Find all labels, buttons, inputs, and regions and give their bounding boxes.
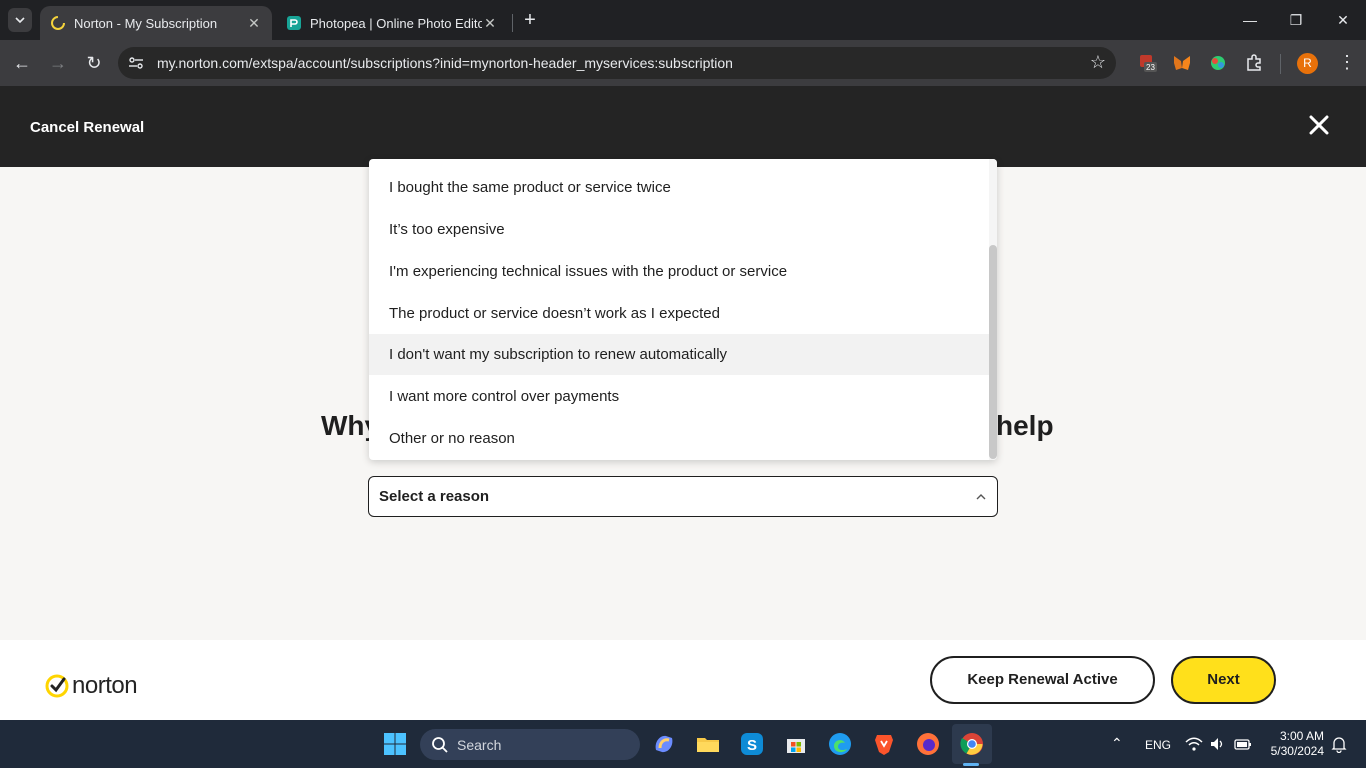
system-clock[interactable]: 3:00 AM 5/30/2024 [1266, 729, 1324, 759]
norton-check-icon [45, 674, 69, 698]
dropdown-option[interactable]: It’s too expensive [369, 209, 989, 250]
microsoft-store-icon[interactable] [784, 732, 808, 756]
profile-avatar[interactable]: R [1297, 53, 1318, 74]
skype-icon[interactable]: S [740, 732, 764, 756]
clock-time: 3:00 AM [1279, 729, 1324, 743]
photopea-icon [287, 16, 301, 30]
dropdown-option[interactable]: The product or service doesn’t work as I… [369, 293, 989, 334]
dropdown-option[interactable]: I want more control over payments [369, 376, 989, 417]
close-tab-icon[interactable]: ✕ [246, 15, 262, 32]
bookmark-star-icon[interactable]: ☆ [1090, 52, 1106, 73]
dropdown-option-highlighted[interactable]: I don't want my subscription to renew au… [369, 334, 989, 375]
dropdown-option[interactable]: I bought the same product or service twi… [369, 167, 989, 208]
active-app-indicator [963, 763, 979, 766]
new-tab-button[interactable]: + [520, 10, 540, 30]
reload-icon[interactable]: ↻ [83, 52, 105, 74]
tab-separator [512, 14, 513, 32]
dropdown-option[interactable]: Other or no reason [369, 418, 989, 459]
close-window-icon[interactable]: ✕ [1333, 10, 1353, 30]
norton-logo: norton [45, 672, 138, 700]
taskbar-search[interactable]: Search [420, 729, 640, 760]
close-icon[interactable] [1308, 114, 1330, 136]
edge-icon[interactable] [828, 732, 852, 756]
menu-kebab-icon[interactable]: ⋮ [1338, 52, 1356, 73]
copilot-icon[interactable] [652, 732, 676, 756]
chrome-icon[interactable] [960, 732, 984, 756]
brave-icon[interactable] [872, 732, 896, 756]
metamask-fox-icon[interactable] [1172, 53, 1192, 73]
page-title: Cancel Renewal [30, 119, 145, 136]
volume-icon[interactable] [1209, 736, 1225, 752]
url-text: my.norton.com/extspa/account/subscriptio… [157, 55, 733, 71]
address-bar[interactable]: my.norton.com/extspa/account/subscriptio… [118, 47, 1116, 79]
language-indicator[interactable]: ENG [1145, 738, 1171, 752]
minimize-icon[interactable]: — [1240, 10, 1260, 30]
next-button[interactable]: Next [1171, 656, 1276, 704]
tab-norton[interactable]: Norton - My Subscription ✕ [40, 6, 272, 40]
windows-start-icon[interactable] [383, 732, 407, 756]
reason-dropdown: I bought the same product or service twi… [369, 159, 997, 460]
page-footer: norton Keep Renewal Active Next [0, 640, 1366, 720]
restore-icon[interactable]: ❐ [1286, 10, 1306, 30]
forward-arrow-icon[interactable]: → [47, 52, 69, 74]
extension-badge: 23 [1146, 63, 1155, 72]
browser-tab-bar: Norton - My Subscription ✕ Photopea | On… [0, 0, 1366, 40]
browser-toolbar: ← → ↻ my.norton.com/extspa/account/subsc… [0, 40, 1366, 86]
extension-icon[interactable]: 23 [1138, 53, 1158, 73]
keep-renewal-active-button[interactable]: Keep Renewal Active [930, 656, 1155, 704]
tab-title: Photopea | Online Photo Editor [310, 15, 482, 31]
extensions-puzzle-icon[interactable] [1244, 53, 1264, 73]
wifi-icon[interactable] [1185, 736, 1203, 752]
firefox-icon[interactable] [916, 732, 940, 756]
close-tab-icon[interactable]: ✕ [482, 15, 498, 32]
dropdown-option[interactable]: I'm experiencing technical issues with t… [369, 251, 989, 292]
file-explorer-icon[interactable] [696, 732, 720, 756]
tab-search-button[interactable] [8, 8, 32, 32]
norton-logo-text: norton [72, 672, 138, 699]
tab-title: Norton - My Subscription [74, 15, 218, 31]
tab-photopea[interactable]: Photopea | Online Photo Editor ✕ [276, 6, 508, 40]
search-icon [432, 736, 448, 753]
dropdown-scrollbar-thumb[interactable] [989, 245, 997, 459]
loading-spinner-icon [51, 16, 65, 30]
colorful-extension-icon[interactable] [1208, 53, 1228, 73]
battery-icon[interactable] [1234, 737, 1252, 751]
svg-text:S: S [747, 737, 757, 754]
page-header: Cancel Renewal [0, 86, 1366, 167]
search-label: Search [457, 736, 502, 753]
show-hidden-icons-icon[interactable]: ⌃ [1111, 735, 1123, 752]
back-arrow-icon[interactable]: ← [11, 52, 33, 74]
chevron-up-icon [976, 494, 986, 500]
question-heading-end: help [996, 410, 1054, 441]
select-value: Select a reason [379, 488, 490, 505]
chevron-down-icon [15, 17, 25, 24]
notification-bell-icon[interactable] [1331, 736, 1347, 753]
reason-select[interactable]: Select a reason [368, 476, 998, 517]
toolbar-separator [1280, 54, 1281, 74]
site-settings-icon[interactable] [128, 55, 144, 71]
clock-date: 5/30/2024 [1270, 744, 1324, 758]
